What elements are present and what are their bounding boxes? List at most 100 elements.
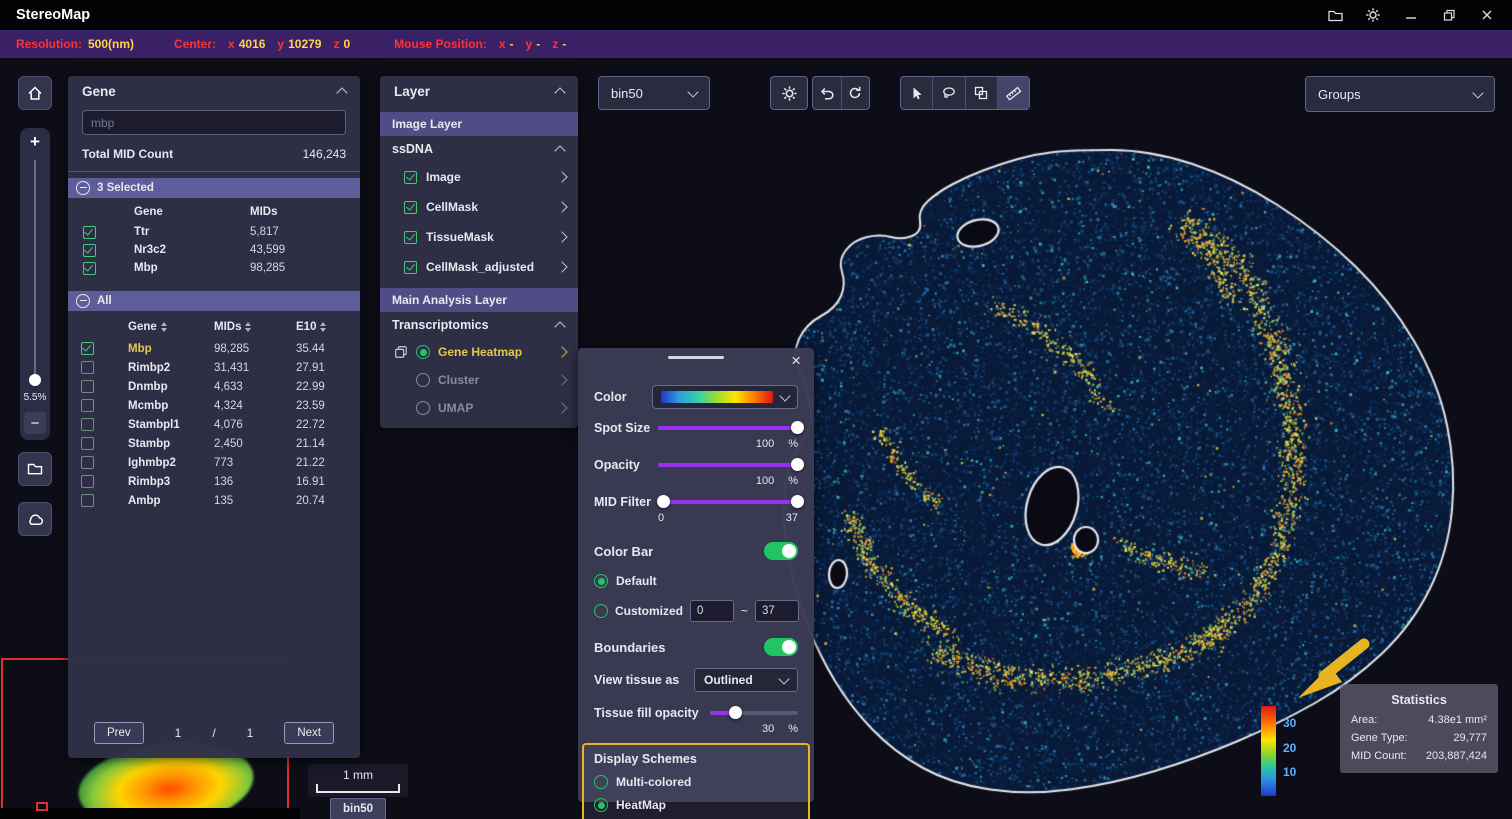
gene-row[interactable]: Ambp 135 20.74 xyxy=(68,491,360,510)
selected-gene-row[interactable]: Nr3c2 43,599 xyxy=(68,241,360,259)
sort-icon[interactable] xyxy=(320,322,326,332)
checkbox-icon[interactable] xyxy=(81,437,94,450)
checkbox-icon[interactable] xyxy=(81,494,94,507)
checkbox-icon[interactable] xyxy=(81,456,94,469)
gene-row[interactable]: Rimbp2 31,431 27.91 xyxy=(68,358,360,377)
collapse-section-icon[interactable] xyxy=(76,181,90,195)
groups-dropdown[interactable]: Groups xyxy=(1305,76,1495,112)
customized-max-input[interactable] xyxy=(755,600,799,622)
view-tissue-dropdown[interactable]: Outlined xyxy=(694,668,798,692)
region-merge-tool-button[interactable] xyxy=(965,77,997,109)
home-button[interactable] xyxy=(18,76,52,110)
pointer-tool-button[interactable] xyxy=(901,77,932,109)
collapse-panel-icon[interactable] xyxy=(336,87,347,98)
chevron-right-icon[interactable] xyxy=(556,346,567,357)
drag-handle[interactable] xyxy=(668,356,724,359)
gene-row[interactable]: Mbp 98,285 35.44 xyxy=(68,339,360,358)
slider-handle[interactable] xyxy=(791,458,804,471)
open-file-icon[interactable] xyxy=(1326,6,1344,24)
opacity-slider[interactable] xyxy=(658,458,798,472)
range-min-handle[interactable] xyxy=(657,495,670,508)
reset-view-button[interactable] xyxy=(841,77,870,109)
checkbox-icon[interactable] xyxy=(81,475,94,488)
checkbox-checked-icon[interactable] xyxy=(404,201,417,214)
gear-icon[interactable] xyxy=(1364,6,1382,24)
zoom-slider-track[interactable] xyxy=(34,160,36,378)
gene-search-input[interactable] xyxy=(82,110,346,135)
boundaries-toggle[interactable] xyxy=(764,638,798,656)
color-bar-toggle[interactable] xyxy=(764,542,798,560)
layer-item-tissuemask[interactable]: TissueMask xyxy=(380,222,578,252)
chevron-right-icon[interactable] xyxy=(556,201,567,212)
checkbox-checked-icon[interactable] xyxy=(404,171,417,184)
checkbox-icon[interactable] xyxy=(81,418,94,431)
gene-row[interactable]: Stambp 2,450 21.14 xyxy=(68,434,360,453)
sort-icon[interactable] xyxy=(245,322,251,332)
radio-selected-icon[interactable] xyxy=(594,798,608,812)
gene-row[interactable]: Stambpl1 4,076 22.72 xyxy=(68,415,360,434)
layer-item-cellmask[interactable]: CellMask xyxy=(380,192,578,222)
layer-item-umap[interactable]: UMAP xyxy=(380,394,578,422)
checkbox-checked-icon[interactable] xyxy=(83,262,96,275)
ruler-tool-button[interactable] xyxy=(997,77,1029,109)
zoom-in-button[interactable]: + xyxy=(20,132,50,152)
bin-size-dropdown[interactable]: bin50 xyxy=(598,76,710,110)
checkbox-icon[interactable] xyxy=(81,361,94,374)
minimize-icon[interactable] xyxy=(1402,6,1420,24)
collapse-section-icon[interactable] xyxy=(554,145,565,156)
image-layer-header[interactable]: Image Layer xyxy=(380,112,578,136)
customized-min-input[interactable] xyxy=(690,600,734,622)
column-gene-sortable[interactable]: Gene xyxy=(106,321,192,333)
close-icon[interactable] xyxy=(1478,6,1496,24)
layer-item-gene-heatmap[interactable]: Gene Heatmap xyxy=(380,338,578,366)
column-e10-sortable[interactable]: E10 xyxy=(274,321,360,333)
checkbox-checked-icon[interactable] xyxy=(404,261,417,274)
transcriptomics-section[interactable]: Transcriptomics xyxy=(380,312,578,338)
zoom-out-button[interactable]: − xyxy=(24,412,46,434)
checkbox-icon[interactable] xyxy=(81,380,94,393)
checkbox-checked-icon[interactable] xyxy=(83,226,96,239)
gene-row[interactable]: Dnmbp 4,633 22.99 xyxy=(68,377,360,396)
range-max-handle[interactable] xyxy=(791,495,804,508)
current-page[interactable]: 1 xyxy=(175,726,182,740)
color-scheme-dropdown[interactable] xyxy=(652,385,798,409)
selected-gene-row[interactable]: Ttr 5,817 xyxy=(68,223,360,241)
all-section-header[interactable]: All xyxy=(68,291,360,311)
radio-icon[interactable] xyxy=(594,775,608,789)
collapse-section-icon[interactable] xyxy=(76,294,90,308)
next-page-button[interactable]: Next xyxy=(284,722,334,744)
gene-row[interactable]: Mcmbp 4,324 23.59 xyxy=(68,396,360,415)
radio-selected-icon[interactable] xyxy=(594,574,608,588)
spot-size-slider[interactable] xyxy=(658,421,798,435)
collapse-panel-icon[interactable] xyxy=(554,87,565,98)
ssdna-section[interactable]: ssDNA xyxy=(380,136,578,162)
gene-row[interactable]: Ighmbp2 773 21.22 xyxy=(68,453,360,472)
chevron-right-icon[interactable] xyxy=(556,171,567,182)
checkbox-icon[interactable] xyxy=(81,399,94,412)
slider-handle[interactable] xyxy=(729,706,742,719)
checkbox-checked-icon[interactable] xyxy=(81,342,94,355)
heatmap-option[interactable]: HeatMap xyxy=(594,798,798,812)
mid-filter-range-slider[interactable] xyxy=(658,495,798,509)
view-settings-button[interactable] xyxy=(771,77,807,109)
selected-section-header[interactable]: 3 Selected xyxy=(68,178,360,198)
default-option[interactable]: Default xyxy=(578,574,814,588)
column-mids-sortable[interactable]: MIDs xyxy=(192,321,274,333)
prev-page-button[interactable]: Prev xyxy=(94,722,144,744)
cloud-export-button[interactable] xyxy=(18,502,52,536)
slider-handle[interactable] xyxy=(791,421,804,434)
radio-icon[interactable] xyxy=(594,604,608,618)
open-project-button[interactable] xyxy=(18,452,52,486)
collapse-section-icon[interactable] xyxy=(554,321,565,332)
layer-item-cellmask-adjusted[interactable]: CellMask_adjusted xyxy=(380,252,578,282)
checkbox-checked-icon[interactable] xyxy=(83,244,96,257)
layer-item-cluster[interactable]: Cluster xyxy=(380,366,578,394)
multi-colored-option[interactable]: Multi-colored xyxy=(594,775,798,789)
checkbox-checked-icon[interactable] xyxy=(404,231,417,244)
sort-icon[interactable] xyxy=(161,322,167,332)
chevron-right-icon[interactable] xyxy=(556,231,567,242)
customized-option[interactable]: Customized ~ xyxy=(578,600,814,622)
close-popup-button[interactable]: × xyxy=(791,351,801,371)
tissue-fill-slider[interactable] xyxy=(710,706,798,720)
restore-icon[interactable] xyxy=(1440,6,1458,24)
